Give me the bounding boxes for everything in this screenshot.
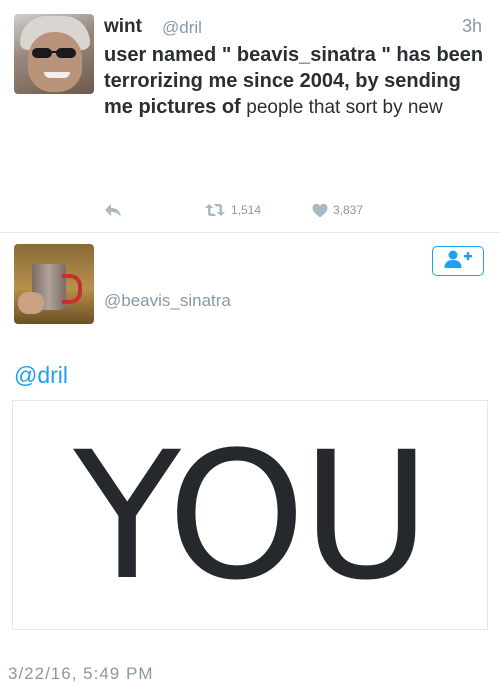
like-button[interactable]: 3,837 <box>312 200 363 220</box>
media-image[interactable]: YOU <box>12 400 488 630</box>
reply-button[interactable] <box>104 200 122 220</box>
avatar-face <box>28 32 82 92</box>
author-name[interactable]: wint <box>104 16 142 38</box>
avatar-grin <box>44 72 70 78</box>
reply-author-handle[interactable]: @beavis_sinatra <box>104 291 231 311</box>
author-handle[interactable]: @dril <box>162 18 202 38</box>
sunglasses-bridge <box>50 51 58 53</box>
sunglasses-right <box>56 48 76 58</box>
retweet-count: 1,514 <box>231 203 262 217</box>
mention-link[interactable]: @dril <box>14 362 68 389</box>
media-text: YOU <box>73 414 430 619</box>
tweet-text: user named " beavis_sinatra " has been t… <box>104 42 489 121</box>
like-count: 3,837 <box>333 203 364 217</box>
retweet-button[interactable]: 1,514 <box>204 200 261 220</box>
follow-button[interactable] <box>432 246 484 276</box>
avatar-mug-handle <box>62 274 82 304</box>
sunglasses-left <box>32 48 52 58</box>
tweet-time[interactable]: 3h <box>462 16 482 37</box>
retweet-icon <box>204 202 226 218</box>
avatar-hand <box>18 292 44 314</box>
tweet-text-tail: people that sort by new <box>246 97 443 118</box>
avatar-beavis-sinatra[interactable] <box>14 244 94 324</box>
tweet-timestamp: 3/22/16, 5:49 PM <box>8 664 154 683</box>
heart-icon <box>312 203 328 218</box>
avatar-wint[interactable] <box>14 14 94 94</box>
add-user-icon <box>443 249 473 274</box>
reply-icon <box>104 202 122 218</box>
tweet-actions: 1,514 3,837 <box>104 200 404 220</box>
tweet-divider <box>0 232 500 233</box>
